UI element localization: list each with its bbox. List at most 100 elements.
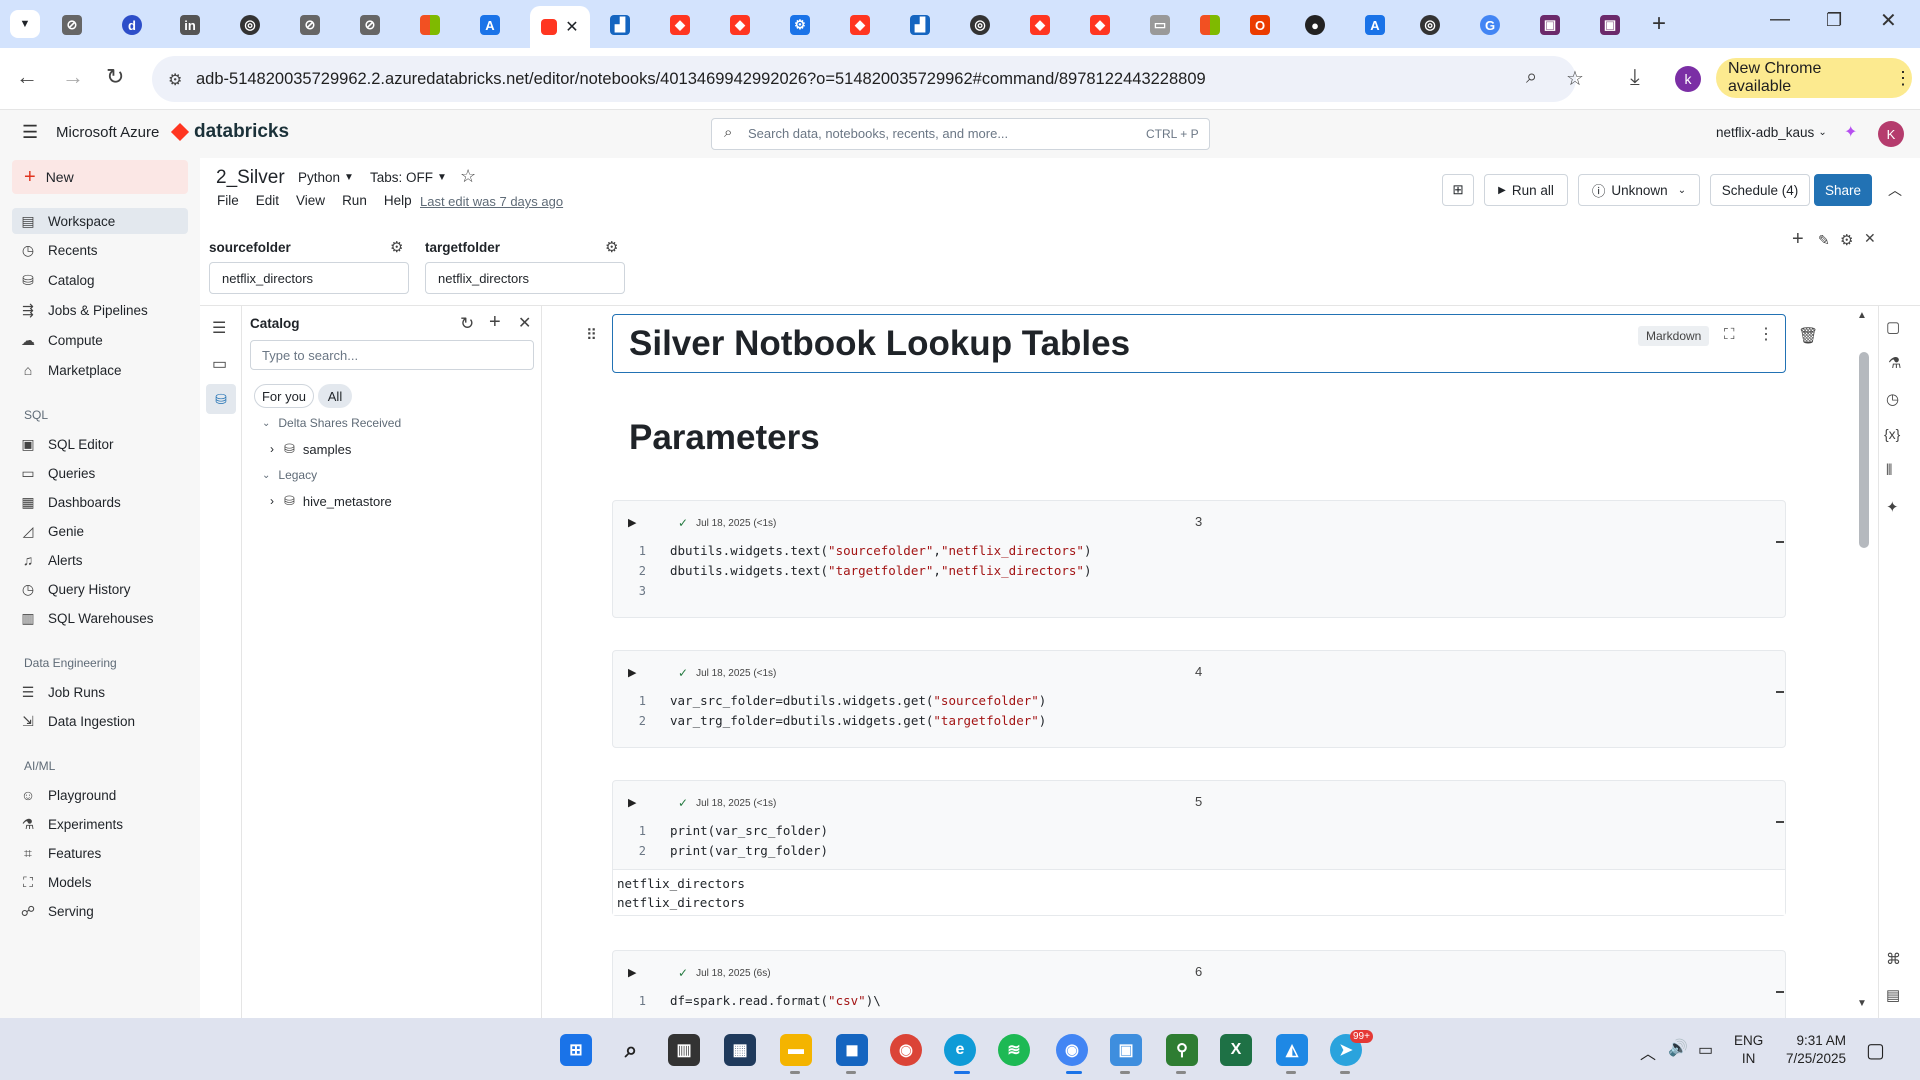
menu-edit[interactable]: Edit: [256, 193, 279, 208]
sidebar-item-serving[interactable]: ☍ Serving: [20, 899, 94, 923]
minimize-cell-icon[interactable]: [1776, 691, 1784, 693]
battery-icon[interactable]: ▭: [1698, 1040, 1713, 1060]
assistant-icon[interactable]: ✦: [1886, 498, 1899, 516]
comments-icon[interactable]: ▢: [1886, 318, 1900, 336]
code-line[interactable]: var_trg_folder=dbutils.widgets.get("targ…: [670, 713, 1046, 728]
variables-icon[interactable]: {x}: [1884, 426, 1900, 442]
browser-tab[interactable]: ⊘: [52, 8, 92, 42]
tray-overflow-icon[interactable]: ︿: [1640, 1040, 1656, 1064]
close-icon[interactable]: ✕: [518, 313, 531, 333]
app-icon[interactable]: ⚲: [1166, 1034, 1198, 1066]
site-info-icon[interactable]: ⚙: [168, 70, 182, 90]
sidebar-item-recents[interactable]: ◷ Recents: [20, 238, 98, 262]
clock[interactable]: 9:31 AM 7/25/2025: [1786, 1032, 1846, 1068]
code-line[interactable]: df=spark.read.format("csv")\: [670, 993, 881, 1008]
menu-help[interactable]: Help: [384, 193, 412, 208]
photos-icon[interactable]: ◭: [1276, 1034, 1308, 1066]
close-window-icon[interactable]: ✕: [1880, 8, 1897, 33]
sidebar-item-compute[interactable]: ☁ Compute: [20, 328, 103, 352]
add-widget-icon[interactable]: +: [1792, 228, 1804, 251]
notebook-title[interactable]: 2_Silver: [216, 167, 285, 189]
expand-icon[interactable]: ⛶: [1724, 326, 1735, 343]
profile-avatar[interactable]: k: [1675, 66, 1701, 92]
widget-settings-gear-icon[interactable]: ⚙: [605, 238, 618, 256]
browser-tab[interactable]: ▭: [1140, 8, 1180, 42]
start-icon[interactable]: ⊞: [560, 1034, 592, 1066]
sidebar-item-catalog[interactable]: ⛁ Catalog: [20, 268, 94, 292]
widget-settings-gear-icon[interactable]: ⚙: [390, 238, 403, 256]
terminal-icon[interactable]: ▤: [1886, 986, 1900, 1004]
favorite-star-icon[interactable]: ☆: [460, 166, 476, 187]
user-avatar[interactable]: K: [1878, 121, 1904, 147]
new-tab-icon[interactable]: +: [1652, 10, 1666, 38]
browser-tab[interactable]: ▟: [900, 8, 940, 42]
sidebar-item-query-history[interactable]: ◷ Query History: [20, 577, 131, 601]
browser-tab[interactable]: A: [1355, 8, 1395, 42]
sidebar-item-genie[interactable]: ◿ Genie: [20, 519, 84, 543]
more-vert-icon[interactable]: ⋮: [1758, 324, 1774, 344]
tabs-toggle[interactable]: Tabs: OFF ▼: [370, 170, 447, 185]
notifications-icon[interactable]: ▢: [1866, 1038, 1885, 1063]
code-line[interactable]: print(var_src_folder): [670, 823, 828, 838]
run-cell-icon[interactable]: ▶: [628, 796, 636, 809]
menu-file[interactable]: File: [217, 193, 239, 208]
store-icon[interactable]: ◼: [836, 1034, 868, 1066]
browser-tab[interactable]: ◎: [1410, 8, 1450, 42]
share-button[interactable]: Share: [1814, 174, 1872, 206]
sidebar-item-sql-warehouses[interactable]: ▥ SQL Warehouses: [20, 606, 153, 630]
language-selector[interactable]: Python ▼: [298, 170, 354, 185]
widgets-icon[interactable]: ▦: [724, 1034, 756, 1066]
code-line[interactable]: dbutils.widgets.text("sourcefolder","net…: [670, 543, 1091, 558]
workspace-switcher[interactable]: netflix-adb_kaus ⌄: [1716, 125, 1827, 140]
table-of-contents-icon[interactable]: ☰: [212, 318, 226, 338]
browser-tab[interactable]: ◆: [1080, 8, 1120, 42]
browser-tab[interactable]: ◆: [840, 8, 880, 42]
sidebar-item-marketplace[interactable]: ⌂ Marketplace: [20, 358, 122, 382]
remote-desktop-icon[interactable]: ▣: [1110, 1034, 1142, 1066]
last-edit-link[interactable]: Last edit was 7 days ago: [420, 194, 563, 209]
browser-tab[interactable]: ◎: [230, 8, 270, 42]
browser-tab[interactable]: ▣: [1590, 8, 1630, 42]
file-explorer-icon[interactable]: ▬: [780, 1034, 812, 1066]
run-cell-icon[interactable]: ▶: [628, 516, 636, 529]
sidebar-item-jobs[interactable]: ⇶ Jobs & Pipelines: [20, 298, 148, 322]
schedule-button[interactable]: Schedule (4): [1710, 174, 1810, 206]
chrome-profile-icon[interactable]: ◉: [1056, 1034, 1088, 1066]
zoom-icon[interactable]: ⌕: [1526, 66, 1537, 89]
add-icon[interactable]: +: [489, 311, 501, 334]
sidebar-item-experiments[interactable]: ⚗ Experiments: [20, 812, 123, 836]
language-indicator[interactable]: ENG IN: [1734, 1032, 1763, 1068]
download-icon[interactable]: ⤓: [1630, 64, 1640, 90]
menu-view[interactable]: View: [296, 193, 325, 208]
browser-tab-active[interactable]: ✕: [530, 6, 590, 48]
menu-run[interactable]: Run: [342, 193, 367, 208]
speaker-icon[interactable]: 🔊: [1668, 1038, 1688, 1058]
tree-group-delta-shares[interactable]: ⌄ Delta Shares Received: [262, 416, 401, 430]
run-cell-icon[interactable]: ▶: [628, 666, 636, 679]
browser-tab[interactable]: d: [112, 8, 152, 42]
chrome-icon[interactable]: ◉: [890, 1034, 922, 1066]
scroll-down-icon[interactable]: ▼: [1857, 998, 1867, 1009]
assistant-sparkle-icon[interactable]: ✦: [1844, 122, 1857, 142]
sidebar-item-data-ingestion[interactable]: ⇲ Data Ingestion: [20, 709, 135, 733]
filter-all[interactable]: All: [318, 384, 352, 408]
layout-toggle-button[interactable]: ⊞: [1442, 174, 1474, 206]
scrollbar-thumb[interactable]: [1859, 352, 1869, 548]
minimize-cell-icon[interactable]: [1776, 541, 1784, 543]
spotify-icon[interactable]: ≋: [998, 1034, 1030, 1066]
browser-tab[interactable]: ⊘: [290, 8, 330, 42]
run-all-button[interactable]: ▶ Run all: [1484, 174, 1568, 206]
scroll-up-icon[interactable]: ▲: [1857, 310, 1867, 321]
catalog-rail-button[interactable]: ⛁: [206, 384, 236, 414]
code-line[interactable]: var_src_folder=dbutils.widgets.get("sour…: [670, 693, 1046, 708]
refresh-icon[interactable]: ↻: [460, 314, 474, 334]
browser-tab[interactable]: [410, 8, 450, 42]
code-line[interactable]: dbutils.widgets.text("targetfolder","net…: [670, 563, 1091, 578]
browser-tab[interactable]: O: [1240, 8, 1280, 42]
minimize-cell-icon[interactable]: [1776, 991, 1784, 993]
hamburger-menu-icon[interactable]: ☰: [22, 122, 38, 143]
edge-icon[interactable]: e: [944, 1034, 976, 1066]
tree-item-hive-metastore[interactable]: › ⛁ hive_metastore: [270, 493, 392, 509]
forward-icon[interactable]: →: [62, 64, 84, 90]
task-view-icon[interactable]: ▥: [668, 1034, 700, 1066]
